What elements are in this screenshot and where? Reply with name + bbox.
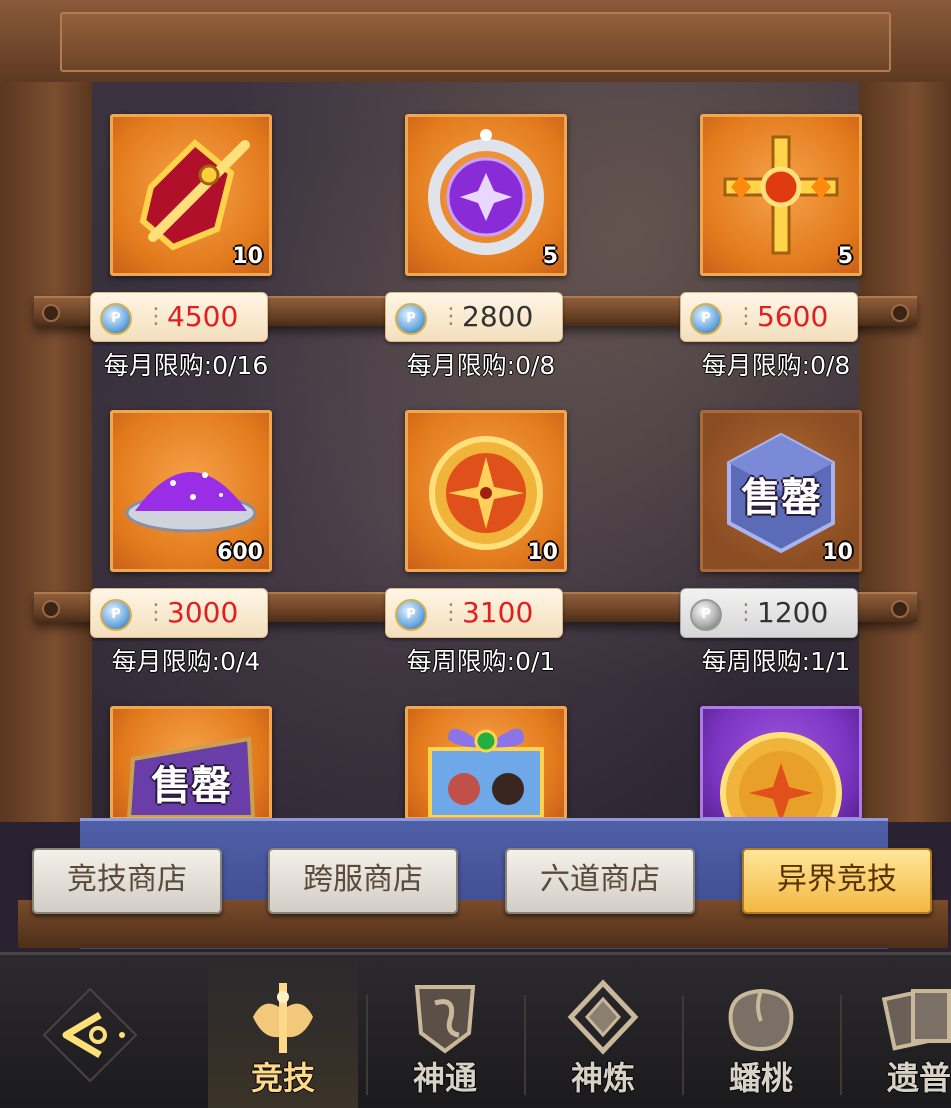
currency-coin-icon: P: [100, 599, 132, 631]
shop-item[interactable]: [385, 706, 575, 820]
currency-coin-icon: P: [100, 303, 132, 335]
cabinet-right-side: [859, 82, 951, 822]
shop-item[interactable]: 10 P ⋮ 3100 每周限购:0/1: [385, 410, 575, 678]
nav-label: 神通: [412, 1059, 477, 1097]
purchase-limit: 每月限购:0/16: [103, 351, 269, 380]
purchase-limit: 每周限购:1/1: [701, 647, 851, 676]
currency-coin-icon: P: [395, 599, 427, 631]
price-tag[interactable]: P ⋮ 5600: [680, 292, 858, 342]
tab-otherworld-arena[interactable]: 异界竞技: [742, 848, 932, 914]
tab-cross-server-shop[interactable]: 跨服商店: [268, 848, 458, 914]
price-tag[interactable]: P ⋮ 3000: [90, 588, 268, 638]
nav-divine-power[interactable]: 神通: [370, 955, 520, 1108]
nav-arena[interactable]: 竞技: [208, 955, 358, 1108]
price-value: 3100: [462, 596, 534, 629]
purchase-limit: 每月限购:0/4: [111, 647, 261, 676]
cards-icon: [881, 989, 951, 1051]
shop-item[interactable]: 600 P ⋮ 3000 每月限购:0/4: [90, 410, 280, 678]
nav-label: 蟠桃: [728, 1059, 793, 1097]
shop-item-sold-out[interactable]: 售罄: [90, 706, 280, 820]
gold-coin-icon[interactable]: [700, 706, 862, 820]
purchase-limit: 每月限购:0/8: [406, 351, 556, 380]
nav-label: 竞技: [250, 1059, 315, 1097]
tab-arena-shop[interactable]: 竞技商店: [32, 848, 222, 914]
compass-icon[interactable]: 10: [405, 410, 567, 572]
golden-cross-icon[interactable]: 5: [700, 114, 862, 276]
currency-coin-icon: P: [690, 303, 722, 335]
tab-six-paths-shop[interactable]: 六道商店: [505, 848, 695, 914]
back-icon[interactable]: [40, 985, 140, 1085]
purple-orb-icon[interactable]: 5: [405, 114, 567, 276]
sold-out-stamp: 售罄: [741, 474, 821, 521]
price-value: 5600: [757, 300, 829, 333]
scroll-icon[interactable]: 售罄: [110, 706, 272, 820]
nav-refine[interactable]: 神炼: [528, 955, 678, 1108]
shield-icon: [414, 985, 476, 1054]
item-count: 5: [837, 244, 853, 269]
bottom-nav: 竞技 神通 神炼 蟠桃 遗普: [0, 952, 951, 1108]
cabinet-left-side: [0, 82, 92, 822]
purchase-limit: 每周限购:0/1: [406, 647, 556, 676]
gift-box-icon[interactable]: [405, 706, 567, 820]
nav-peach[interactable]: 蟠桃: [686, 955, 836, 1108]
price-tag[interactable]: P ⋮ 3100: [385, 588, 563, 638]
nav-label: 遗普: [886, 1059, 951, 1097]
price-tag[interactable]: P ⋮ 2800: [385, 292, 563, 342]
sold-out-stamp: 售罄: [151, 762, 231, 809]
purchase-limit: 每月限购:0/8: [701, 351, 851, 380]
price-value: 1200: [757, 596, 829, 629]
purple-dust-icon[interactable]: 600: [110, 410, 272, 572]
item-count: 10: [822, 540, 853, 565]
item-count: 10: [232, 244, 263, 269]
item-count: 10: [527, 540, 558, 565]
item-count: 600: [217, 540, 263, 565]
peach-icon: [728, 988, 794, 1052]
cube-icon[interactable]: 售罄 10: [700, 410, 862, 572]
sword-shard-icon[interactable]: 10: [110, 114, 272, 276]
shop-item-sold-out[interactable]: 售罄 10 P ⋮ 1200 每周限购:1/1: [680, 410, 870, 678]
shop-item[interactable]: 5 P ⋮ 2800 每月限购:0/8: [385, 114, 575, 382]
nav-legacy[interactable]: 遗普: [844, 955, 951, 1108]
currency-coin-icon: P: [690, 599, 722, 631]
item-count: 5: [542, 244, 558, 269]
price-tag[interactable]: P ⋮ 4500: [90, 292, 268, 342]
nav-label: 神炼: [570, 1059, 635, 1097]
cabinet-top: [0, 0, 951, 86]
price-tag: P ⋮ 1200: [680, 588, 858, 638]
currency-coin-icon: P: [395, 303, 427, 335]
price-value: 3000: [167, 596, 239, 629]
price-value: 4500: [167, 300, 239, 333]
price-value: 2800: [462, 300, 534, 333]
arena-emblem-icon: [253, 983, 313, 1053]
shop-item[interactable]: [680, 706, 870, 820]
diamond-emblem-icon: [567, 979, 639, 1055]
shop-item[interactable]: 5 P ⋮ 5600 每月限购:0/8: [680, 114, 870, 382]
shop-item[interactable]: 10 P ⋮ 4500 每月限购:0/16: [90, 114, 280, 382]
